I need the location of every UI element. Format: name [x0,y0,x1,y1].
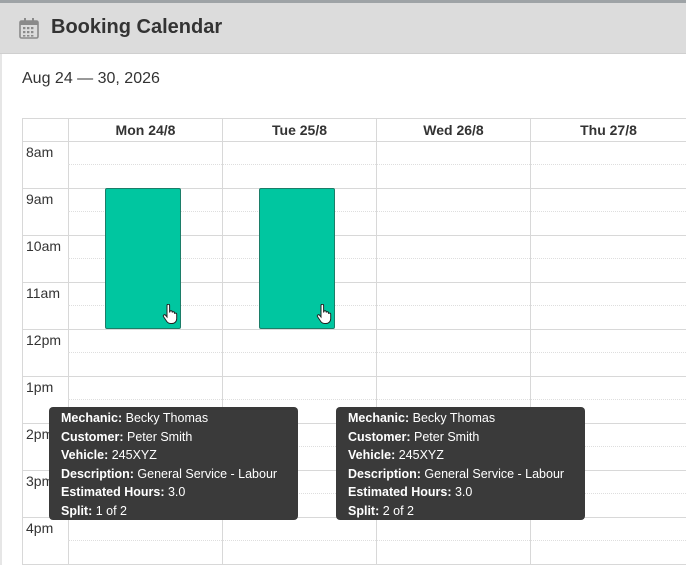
tooltip-key: Vehicle: [61,448,109,463]
tooltip-row-split: Split: 1 of 2 [61,502,286,521]
half-hour-line [68,352,686,353]
tooltip-mechanic-value: Becky Thomas [125,411,209,425]
page-title: Booking Calendar [51,16,223,38]
tooltip-row-description: Description: General Service - Labour [348,465,573,484]
tooltip-key: Estimated Hours: [348,485,452,500]
half-hour-line [68,540,686,541]
tooltip-row-customer: Customer: Peter Smith [61,428,286,447]
time-label: 9am [26,191,54,207]
half-hour-line [68,399,686,400]
date-range: Aug 24 — 30, 2026 [22,70,160,87]
calendar-icon [19,17,39,39]
tooltip-row-mechanic: Mechanic: Becky Thomas [61,409,286,428]
tooltip-mechanic-value: Becky Thomas [412,411,496,425]
tooltip-key: Customer: [61,429,124,444]
tooltip-vehicle-value: 245XYZ [398,448,444,463]
tooltip-key: Customer: [348,429,411,444]
hand-cursor-icon [316,303,332,324]
tooltip-key: Mechanic: [348,411,410,425]
tooltip-key: Split: [348,503,380,518]
tooltip-key: Estimated Hours: [61,485,165,500]
tooltip-customer-value: Peter Smith [414,429,480,444]
tooltip-description-value: General Service - Labour [137,466,278,481]
booking-tooltip: Mechanic: Becky Thomas Customer: Peter S… [49,407,298,520]
tooltip-key: Description: [348,466,421,481]
tooltip-vehicle-value: 245XYZ [111,448,157,463]
tooltip-key: Description: [61,466,134,481]
tooltip-row-customer: Customer: Peter Smith [348,428,573,447]
tooltip-key: Mechanic: [61,411,123,425]
time-label: 4pm [26,520,54,536]
app-header: Booking Calendar [0,3,686,54]
time-label: 8am [26,144,54,160]
time-label: 12pm [26,332,62,348]
tooltip-hours-value: 3.0 [167,485,186,500]
hand-cursor-icon [162,303,178,324]
tooltip-row-hours: Estimated Hours: 3.0 [348,483,573,502]
side-rule [0,54,2,565]
day-header-wed: Wed 26/8 [423,122,484,138]
day-header-thu: Thu 27/8 [580,122,637,138]
tooltip-split-value: 1 of 2 [95,503,128,518]
tooltip-key: Vehicle: [348,448,396,463]
tooltip-row-vehicle: Vehicle: 245XYZ [61,446,286,465]
half-hour-line [68,164,686,165]
booking-tooltip: Mechanic: Becky Thomas Customer: Peter S… [336,407,585,520]
hour-line [22,329,686,330]
tooltip-row-vehicle: Vehicle: 245XYZ [348,446,573,465]
hour-line [22,376,686,377]
tooltip-description-value: General Service - Labour [424,466,565,481]
time-label: 10am [26,238,62,254]
tooltip-row-description: Description: General Service - Labour [61,465,286,484]
time-label: 1pm [26,379,54,395]
tooltip-customer-value: Peter Smith [127,429,193,444]
tooltip-key: Split: [61,503,93,518]
day-header-tue: Tue 25/8 [272,122,327,138]
tooltip-row-hours: Estimated Hours: 3.0 [61,483,286,502]
tooltip-split-value: 2 of 2 [382,503,415,518]
tooltip-row-mechanic: Mechanic: Becky Thomas [348,409,573,428]
tooltip-hours-value: 3.0 [454,485,473,500]
tooltip-row-split: Split: 2 of 2 [348,502,573,521]
header-row-line [22,141,686,142]
grid-border-top [22,118,686,119]
grid-border-left [22,118,23,565]
day-header-mon: Mon 24/8 [115,122,176,138]
time-label: 11am [26,285,60,301]
